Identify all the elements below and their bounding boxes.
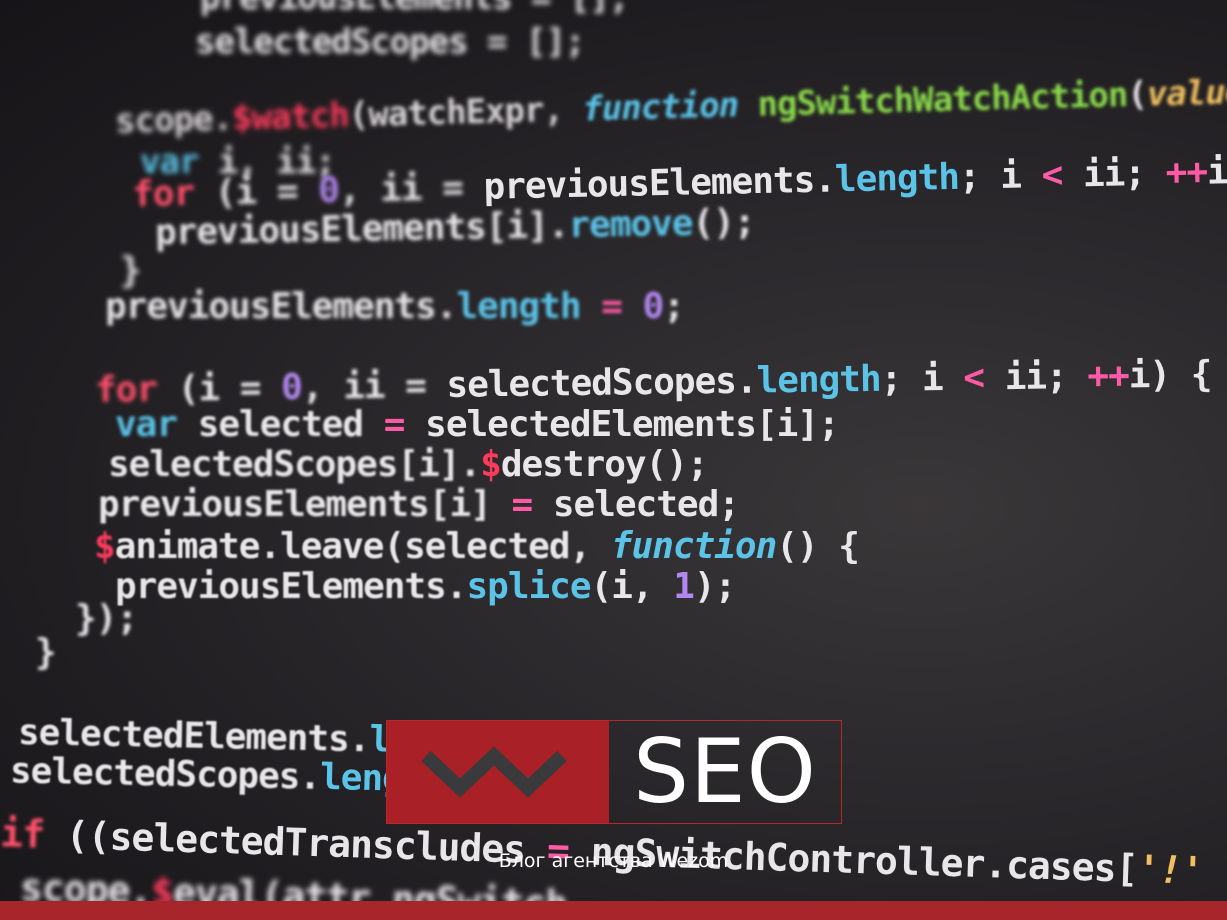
wezom-w-logo-icon (387, 721, 609, 823)
code-line: previousElements[i] = selected; (98, 484, 740, 525)
code-line: $animate.leave(selected, function() { (94, 526, 860, 567)
background-photo: previousElements = [], selectedScopes = … (0, 0, 1227, 920)
code-line: selectedScopes = []; (195, 22, 585, 62)
logo-text: SEO (633, 720, 817, 823)
code-line: var selected = selectedElements[i]; (115, 404, 840, 445)
code-line: } (35, 632, 57, 673)
code-line: } (120, 250, 142, 291)
logo-text-panel: SEO (609, 721, 841, 823)
bottom-bar (0, 901, 1227, 920)
code-line: previousElements.splice(i, 1); (115, 566, 736, 607)
code-line: for (i = 0, ii = selectedScopes.length; … (94, 354, 1212, 411)
code-line: previousElements = [], (200, 0, 629, 18)
code-line: scope.$watch(watchExpr, function ngSwitc… (114, 71, 1227, 142)
code-line: }); (75, 598, 138, 639)
code-line: selectedScopes[i].$destroy(); (108, 444, 709, 485)
wezom-seo-logo: SEO (386, 720, 842, 824)
code-line: previousElements.length = 0; (105, 286, 685, 327)
blog-tagline: Блог агентства Wezom (498, 850, 729, 872)
w-mark-icon (421, 746, 567, 798)
